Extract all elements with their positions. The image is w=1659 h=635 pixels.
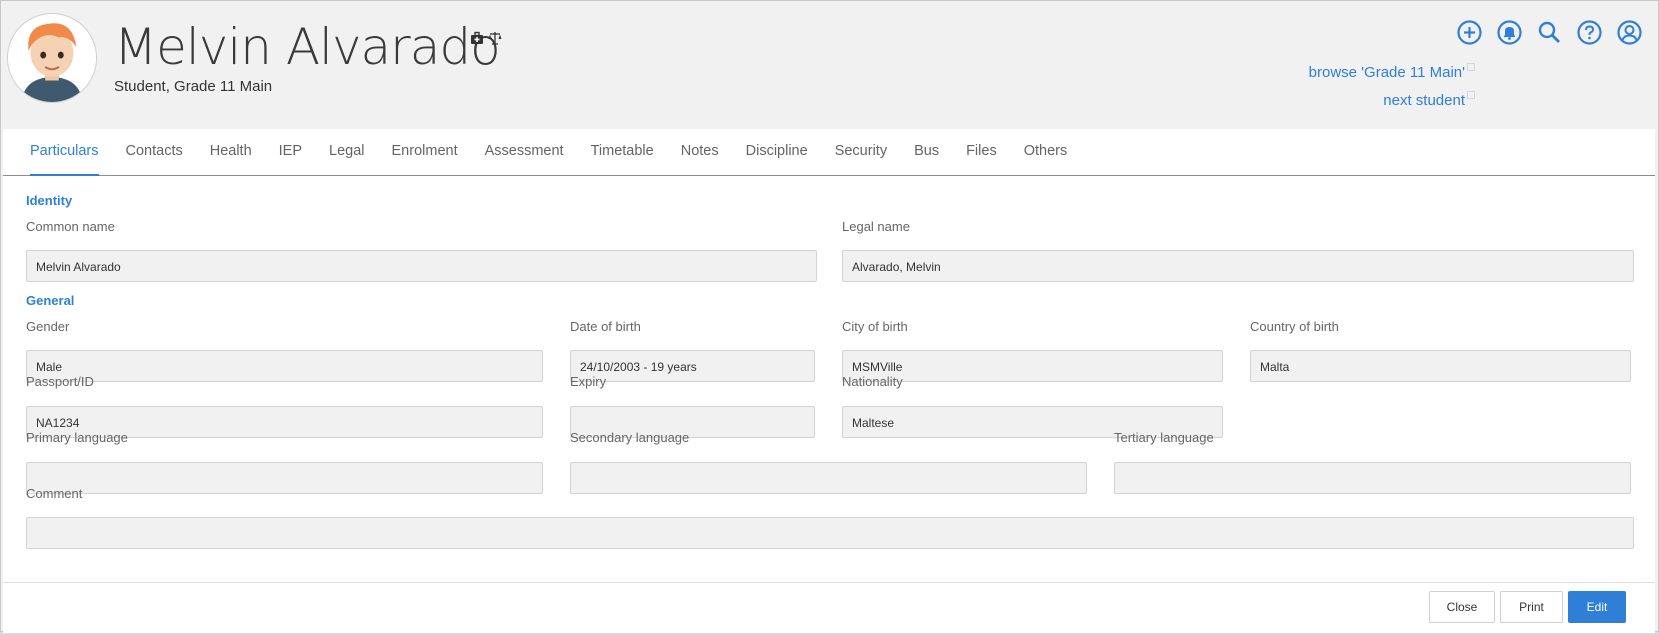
gender-field[interactable]: Male	[26, 350, 543, 382]
medical-kit-icon[interactable]	[470, 31, 484, 45]
common-name-label: Common name	[26, 219, 115, 234]
search-icon[interactable]	[1536, 19, 1563, 46]
print-button[interactable]: Print	[1500, 591, 1563, 623]
legal-name-field[interactable]: Alvarado, Melvin	[842, 250, 1634, 282]
general-section-title: General	[26, 293, 75, 308]
particulars-card: Particulars Contacts Health IEP Legal En…	[3, 129, 1655, 633]
country-of-birth-field[interactable]: Malta	[1250, 350, 1631, 382]
primary-language-label: Primary language	[26, 430, 128, 445]
tertiary-language-label: Tertiary language	[1114, 430, 1214, 445]
user-icon[interactable]	[1616, 19, 1643, 46]
tab-others[interactable]: Others	[1024, 129, 1068, 176]
help-icon[interactable]	[1576, 19, 1603, 46]
tab-discipline[interactable]: Discipline	[746, 129, 808, 176]
tertiary-language-field[interactable]	[1114, 462, 1631, 494]
primary-language-field[interactable]	[26, 462, 543, 494]
tab-bus[interactable]: Bus	[914, 129, 939, 176]
legal-name-label: Legal name	[842, 219, 910, 234]
common-name-field[interactable]: Melvin Alvarado	[26, 250, 817, 282]
scales-icon[interactable]	[488, 31, 502, 45]
country-of-birth-label: Country of birth	[1250, 319, 1339, 334]
tab-bar: Particulars Contacts Health IEP Legal En…	[3, 129, 1655, 176]
passport-label: Passport/ID	[26, 374, 94, 389]
tab-contacts[interactable]: Contacts	[126, 129, 183, 176]
tab-timetable[interactable]: Timetable	[591, 129, 654, 176]
tab-iep[interactable]: IEP	[279, 129, 302, 176]
gender-label: Gender	[26, 319, 70, 334]
student-name: Melvin Alvarado	[114, 18, 501, 76]
avatar	[7, 13, 97, 103]
edit-button[interactable]: Edit	[1568, 591, 1626, 623]
dob-label: Date of birth	[570, 319, 641, 334]
external-link-icon	[1467, 58, 1475, 71]
next-student-link[interactable]: next student	[1383, 86, 1475, 109]
identity-section-title: Identity	[26, 193, 73, 208]
nationality-label: Nationality	[842, 374, 903, 389]
tab-health[interactable]: Health	[210, 129, 252, 176]
add-circle-icon[interactable]	[1456, 19, 1483, 46]
external-link-icon	[1467, 86, 1475, 99]
expiry-label: Expiry	[570, 374, 607, 389]
city-of-birth-label: City of birth	[842, 319, 908, 334]
tab-assessment[interactable]: Assessment	[485, 129, 564, 176]
bell-icon[interactable]	[1496, 19, 1523, 46]
browse-grade-link[interactable]: browse 'Grade 11 Main'	[1309, 58, 1475, 81]
window-frame: Melvin Alvarado Student, Grade 11 Main b…	[0, 0, 1659, 633]
footer-divider	[3, 582, 1655, 583]
tab-particulars[interactable]: Particulars	[30, 129, 99, 176]
secondary-language-label: Secondary language	[570, 430, 690, 445]
secondary-language-field[interactable]	[570, 462, 1087, 494]
comment-label: Comment	[26, 486, 83, 501]
close-button[interactable]: Close	[1429, 591, 1495, 623]
tab-legal[interactable]: Legal	[329, 129, 364, 176]
tab-enrolment[interactable]: Enrolment	[392, 129, 458, 176]
tab-security[interactable]: Security	[835, 129, 887, 176]
student-subtitle: Student, Grade 11 Main	[114, 78, 273, 95]
dob-field[interactable]: 24/10/2003 - 19 years	[570, 350, 815, 382]
comment-field[interactable]	[26, 517, 1634, 549]
tab-notes[interactable]: Notes	[681, 129, 719, 176]
tab-files[interactable]: Files	[966, 129, 997, 176]
